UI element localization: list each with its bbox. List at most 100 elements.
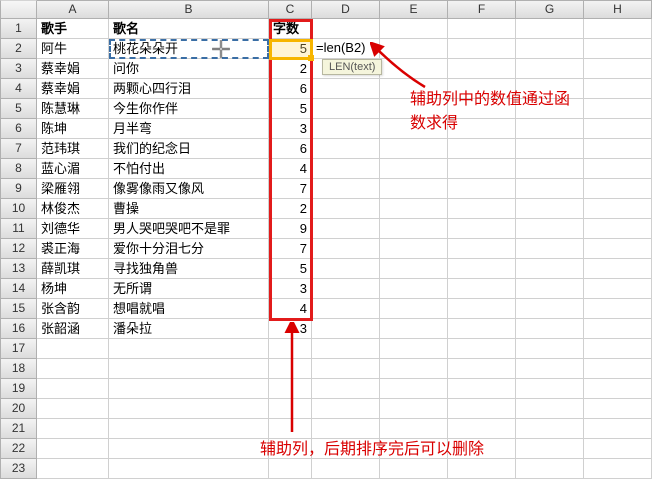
cell[interactable] xyxy=(448,219,516,239)
cell[interactable]: 6 xyxy=(269,79,312,99)
cell[interactable] xyxy=(516,59,584,79)
cell[interactable] xyxy=(584,339,652,359)
cell[interactable]: 寻找独角兽 xyxy=(109,259,269,279)
cell[interactable] xyxy=(312,199,380,219)
col-header-D[interactable]: D xyxy=(312,0,380,19)
cell[interactable] xyxy=(584,299,652,319)
cell[interactable] xyxy=(448,419,516,439)
row-header[interactable]: 14 xyxy=(0,279,37,299)
cell[interactable] xyxy=(516,239,584,259)
cell[interactable] xyxy=(312,179,380,199)
cell[interactable] xyxy=(380,239,448,259)
cell[interactable] xyxy=(448,59,516,79)
cell[interactable] xyxy=(312,139,380,159)
cell[interactable]: 范玮琪 xyxy=(37,139,109,159)
cell[interactable] xyxy=(109,459,269,479)
cell[interactable] xyxy=(380,359,448,379)
cell[interactable]: 阿牛 xyxy=(37,39,109,59)
cell[interactable] xyxy=(584,459,652,479)
row-header[interactable]: 17 xyxy=(0,339,37,359)
cell[interactable] xyxy=(37,459,109,479)
cell[interactable]: 男人哭吧哭吧不是罪 xyxy=(109,219,269,239)
cell[interactable] xyxy=(380,399,448,419)
cell[interactable] xyxy=(109,339,269,359)
cell[interactable]: 杨坤 xyxy=(37,279,109,299)
cell[interactable] xyxy=(380,459,448,479)
cell[interactable] xyxy=(448,19,516,39)
row-header[interactable]: 1 xyxy=(0,19,37,39)
cell[interactable] xyxy=(448,139,516,159)
cell[interactable]: 问你 xyxy=(109,59,269,79)
cell[interactable] xyxy=(584,239,652,259)
cell[interactable]: 7 xyxy=(269,239,312,259)
cell[interactable] xyxy=(269,379,312,399)
col-header-A[interactable]: A xyxy=(37,0,109,19)
col-header-F[interactable]: F xyxy=(448,0,516,19)
cell[interactable]: 像雾像雨又像风 xyxy=(109,179,269,199)
cell[interactable]: 3 xyxy=(269,319,312,339)
cell[interactable] xyxy=(516,199,584,219)
cell[interactable]: 7 xyxy=(269,179,312,199)
row-header[interactable]: 9 xyxy=(0,179,37,199)
cell[interactable] xyxy=(312,359,380,379)
cell[interactable] xyxy=(312,419,380,439)
cell[interactable] xyxy=(448,359,516,379)
cell[interactable] xyxy=(380,419,448,439)
cell[interactable] xyxy=(516,319,584,339)
cell[interactable] xyxy=(584,399,652,419)
cell[interactable] xyxy=(312,19,380,39)
cell[interactable] xyxy=(312,119,380,139)
cell[interactable] xyxy=(516,379,584,399)
cell[interactable] xyxy=(584,179,652,199)
cell[interactable]: 陈慧琳 xyxy=(37,99,109,119)
cell[interactable] xyxy=(380,139,448,159)
cell[interactable]: 张含韵 xyxy=(37,299,109,319)
cell[interactable]: 月半弯 xyxy=(109,119,269,139)
cell[interactable]: 歌手 xyxy=(37,19,109,39)
row-header[interactable]: 6 xyxy=(0,119,37,139)
cell[interactable] xyxy=(584,119,652,139)
cell[interactable] xyxy=(312,79,380,99)
cell[interactable] xyxy=(584,39,652,59)
col-header-G[interactable]: G xyxy=(516,0,584,19)
cell[interactable]: 5 xyxy=(269,259,312,279)
cell[interactable] xyxy=(380,19,448,39)
row-header[interactable]: 7 xyxy=(0,139,37,159)
row-header[interactable]: 11 xyxy=(0,219,37,239)
cell[interactable] xyxy=(312,159,380,179)
cell[interactable] xyxy=(516,359,584,379)
cell[interactable]: 蓝心湄 xyxy=(37,159,109,179)
cell[interactable] xyxy=(516,299,584,319)
row-header[interactable]: 20 xyxy=(0,399,37,419)
cell[interactable] xyxy=(109,359,269,379)
cell[interactable] xyxy=(269,339,312,359)
row-header[interactable]: 10 xyxy=(0,199,37,219)
cell[interactable] xyxy=(312,259,380,279)
cell[interactable]: 歌名 xyxy=(109,19,269,39)
cell[interactable]: 想唱就唱 xyxy=(109,299,269,319)
cell[interactable]: 爱你十分泪七分 xyxy=(109,239,269,259)
row-header[interactable]: 15 xyxy=(0,299,37,319)
cell[interactable]: 3 xyxy=(269,119,312,139)
cell[interactable]: 3 xyxy=(269,279,312,299)
cell[interactable] xyxy=(584,59,652,79)
cell[interactable]: 陈坤 xyxy=(37,119,109,139)
cell[interactable]: 不怕付出 xyxy=(109,159,269,179)
row-header[interactable]: 3 xyxy=(0,59,37,79)
cell[interactable] xyxy=(380,199,448,219)
cell[interactable] xyxy=(516,139,584,159)
cell[interactable] xyxy=(380,339,448,359)
cell[interactable] xyxy=(37,339,109,359)
cell[interactable]: 曹操 xyxy=(109,199,269,219)
cell[interactable]: 张韶涵 xyxy=(37,319,109,339)
cell[interactable]: 潘朵拉 xyxy=(109,319,269,339)
col-header-E[interactable]: E xyxy=(380,0,448,19)
cell[interactable] xyxy=(448,39,516,59)
cell[interactable]: 4 xyxy=(269,159,312,179)
row-header[interactable]: 4 xyxy=(0,79,37,99)
row-header[interactable]: 5 xyxy=(0,99,37,119)
cell[interactable] xyxy=(516,339,584,359)
col-header-C[interactable]: C xyxy=(269,0,312,19)
cell[interactable] xyxy=(584,419,652,439)
cell[interactable] xyxy=(312,319,380,339)
